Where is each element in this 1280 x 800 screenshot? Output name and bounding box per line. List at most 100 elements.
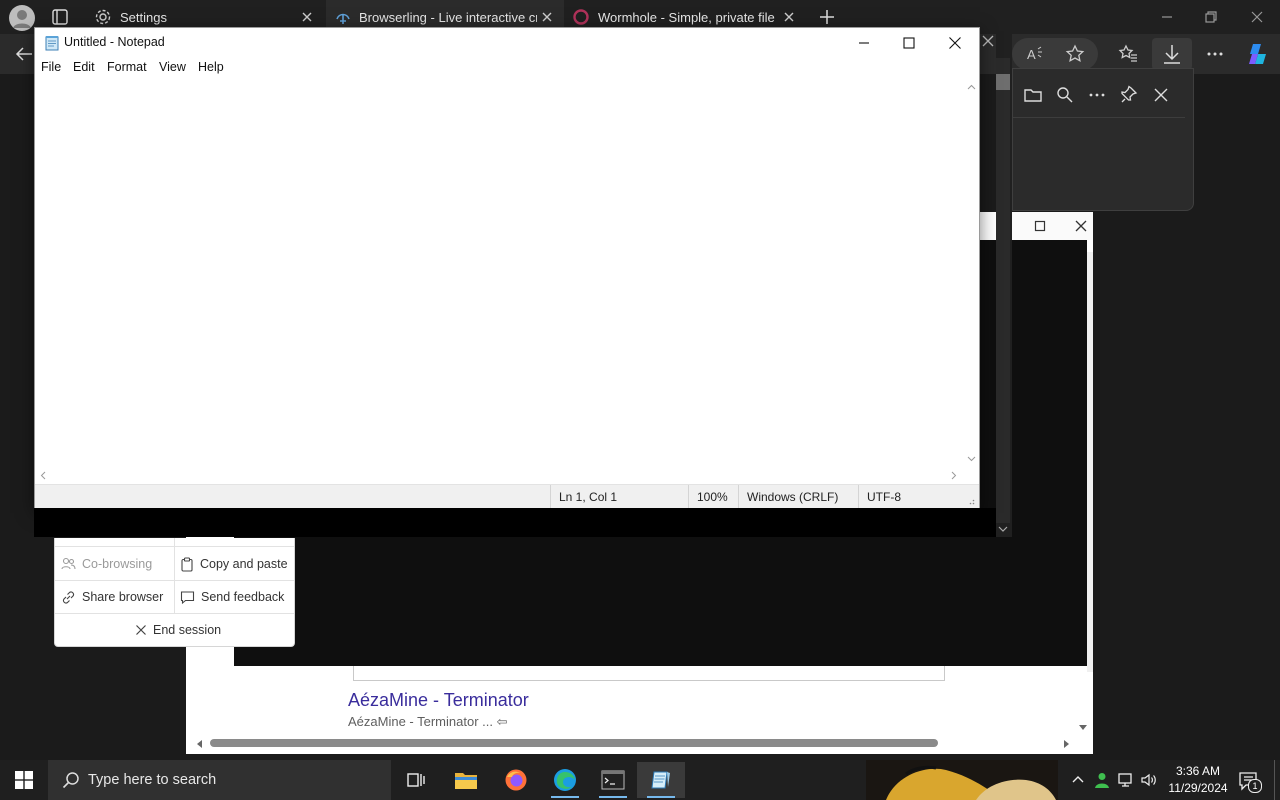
taskbar-clock[interactable]: 3:36 AM 11/29/2024	[1160, 763, 1236, 797]
scroll-down-icon[interactable]	[967, 454, 976, 463]
show-desktop-button[interactable]	[1274, 760, 1280, 800]
minimize-icon[interactable]	[855, 34, 873, 52]
file-explorer-icon[interactable]	[442, 762, 490, 798]
status-cursor-position: Ln 1, Col 1	[550, 485, 688, 509]
taskbar-search-box[interactable]: Type here to search	[48, 760, 391, 800]
menu-edit[interactable]: Edit	[73, 60, 95, 74]
user-sync-icon[interactable]	[1093, 771, 1111, 789]
notepad-icon[interactable]	[637, 762, 685, 798]
notepad-menu-bar: File Edit Format View Help	[35, 58, 979, 78]
background-window	[996, 34, 1012, 537]
status-encoding: UTF-8	[858, 485, 968, 509]
close-icon[interactable]	[946, 34, 964, 52]
task-view-icon[interactable]	[392, 762, 440, 798]
running-indicator	[551, 796, 579, 798]
edge-icon[interactable]	[541, 762, 589, 798]
tab-label: Browserling - Live interactive cros	[359, 9, 537, 25]
read-aloud-icon[interactable]: A	[1024, 43, 1046, 65]
close-icon[interactable]	[1246, 6, 1268, 28]
scroll-left-icon[interactable]	[39, 471, 48, 480]
minimize-icon[interactable]	[1156, 6, 1178, 28]
download-icon	[1164, 45, 1180, 64]
scroll-up-icon[interactable]	[967, 83, 976, 92]
windows-logo-icon	[15, 771, 33, 789]
menu-help[interactable]: Help	[198, 60, 224, 74]
menu-format[interactable]: Format	[107, 60, 147, 74]
search-box[interactable]	[353, 666, 945, 681]
back-icon[interactable]	[12, 43, 36, 65]
tab-label: Wormhole - Simple, private file sh	[598, 9, 776, 25]
more-icon[interactable]	[1204, 43, 1226, 65]
pin-icon[interactable]	[1119, 85, 1139, 105]
downloads-flyout	[1012, 68, 1194, 211]
search-icon[interactable]	[1055, 85, 1075, 105]
search-placeholder: Type here to search	[88, 772, 217, 788]
scroll-right-icon[interactable]	[1062, 740, 1070, 748]
scroll-right-icon[interactable]	[949, 471, 958, 480]
notification-center-icon[interactable]: 1	[1238, 770, 1262, 793]
terminal-icon[interactable]	[589, 762, 637, 798]
new-tab-icon[interactable]	[816, 6, 838, 28]
notepad-title-bar[interactable]: Untitled - Notepad	[35, 28, 979, 58]
item-label: Co-browsing	[82, 557, 153, 571]
downloads-button[interactable]	[1152, 38, 1192, 70]
copy-and-paste-button[interactable]: Copy and paste	[180, 548, 292, 580]
notepad-text-area[interactable]	[35, 78, 964, 468]
link-icon	[61, 590, 76, 605]
favorites-icon[interactable]	[1117, 43, 1139, 65]
item-label: Send feedback	[201, 590, 285, 604]
copilot-icon[interactable]	[1244, 40, 1272, 68]
start-button[interactable]	[0, 760, 48, 800]
scrollbar-thumb[interactable]	[996, 74, 1010, 90]
scroll-down-icon[interactable]	[998, 524, 1008, 534]
users-icon	[61, 557, 76, 571]
firefox-icon[interactable]	[492, 762, 540, 798]
co-browsing-button[interactable]: Co-browsing	[61, 548, 171, 580]
scroll-down-icon[interactable]	[1079, 723, 1087, 731]
close-icon[interactable]	[1074, 219, 1088, 233]
close-icon[interactable]	[1151, 85, 1171, 105]
search-result-url: AézaMine - Terminator ... ⇦	[348, 714, 508, 729]
item-label: End session	[153, 623, 222, 637]
share-browser-button[interactable]: Share browser	[61, 581, 171, 613]
menu-view[interactable]: View	[159, 60, 186, 74]
profile-avatar[interactable]	[9, 5, 35, 31]
item-label: Share browser	[82, 590, 164, 604]
close-icon[interactable]	[780, 8, 798, 26]
horizontal-scrollbar-thumb[interactable]	[210, 739, 938, 747]
clock-date: 11/29/2024	[1168, 781, 1228, 795]
clock-time: 3:36 AM	[1175, 764, 1221, 778]
chevron-up-icon[interactable]	[1070, 772, 1086, 788]
close-icon[interactable]	[538, 8, 556, 26]
maximize-icon[interactable]	[900, 34, 918, 52]
gear-icon	[94, 8, 112, 26]
restore-icon[interactable]	[1200, 6, 1222, 28]
scroll-left-icon[interactable]	[196, 740, 204, 748]
end-session-button[interactable]: End session	[135, 614, 255, 646]
search-icon	[62, 772, 79, 789]
search-result-title[interactable]: AézaMine - Terminator	[348, 690, 529, 711]
resize-grip-icon[interactable]	[967, 497, 975, 505]
close-icon[interactable]	[298, 8, 316, 26]
favorite-star-icon[interactable]	[1064, 43, 1086, 65]
maximize-icon[interactable]	[1034, 220, 1046, 232]
vertical-scrollbar[interactable]	[964, 78, 979, 468]
tab-label: Settings	[120, 9, 167, 25]
window-shadow-region	[34, 508, 996, 537]
tab-actions-icon[interactable]	[50, 7, 70, 27]
send-feedback-button[interactable]: Send feedback	[180, 581, 292, 613]
menu-file[interactable]: File	[41, 60, 61, 74]
more-icon[interactable]	[1087, 85, 1107, 105]
network-icon[interactable]	[1117, 771, 1135, 789]
item-label: Copy and paste	[200, 557, 288, 571]
scrollbar[interactable]	[1087, 252, 1093, 672]
wormhole-icon	[572, 8, 590, 26]
status-line-ending: Windows (CRLF)	[738, 485, 858, 509]
folder-icon[interactable]	[1023, 85, 1043, 105]
status-zoom: 100%	[688, 485, 738, 509]
taskbar-wallpaper-peek	[866, 760, 1058, 800]
running-indicator	[599, 796, 627, 798]
scrollbar[interactable]	[996, 58, 1010, 523]
horizontal-scrollbar[interactable]	[35, 468, 964, 483]
volume-icon[interactable]	[1140, 771, 1158, 789]
